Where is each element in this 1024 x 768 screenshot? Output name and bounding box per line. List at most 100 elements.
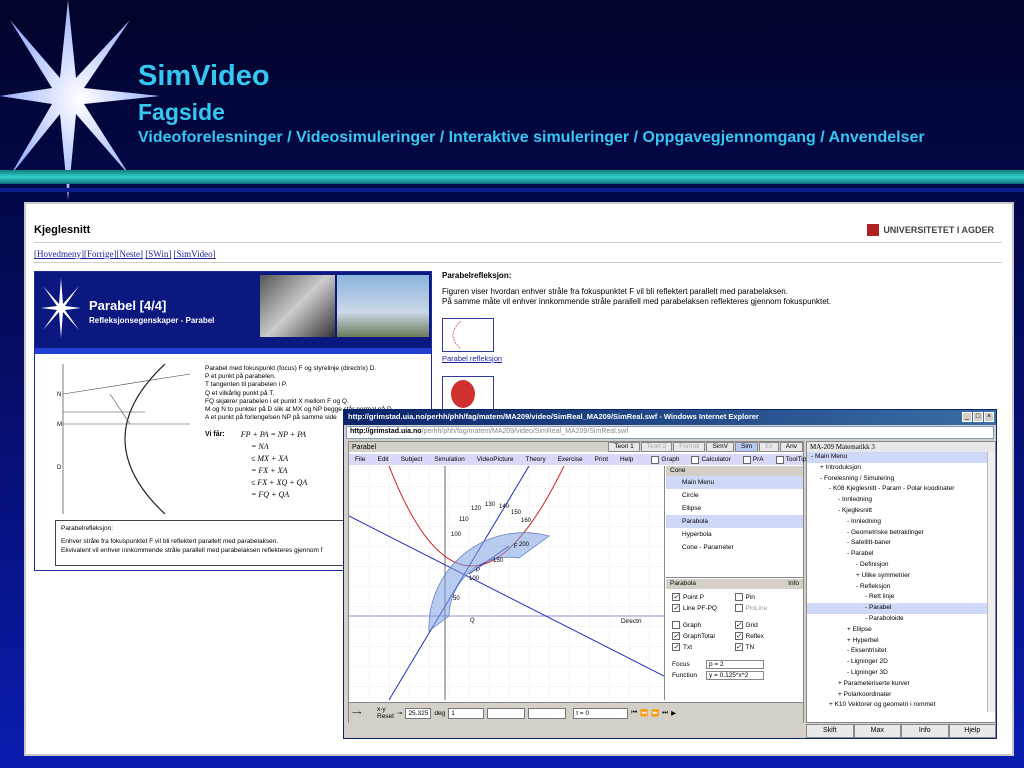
- tree-item[interactable]: + K10 Vektorer og geometri i rommet: [807, 700, 995, 711]
- info-tree-button[interactable]: Info: [901, 724, 949, 738]
- tree-item[interactable]: + Polarkoordinater: [807, 690, 995, 701]
- hjelp-button[interactable]: Hjelp: [948, 724, 996, 738]
- menu-print[interactable]: Print: [589, 454, 614, 465]
- opt-line-pf-pq[interactable]: Line PF-PQ: [672, 604, 735, 612]
- btn-teori2[interactable]: Teori 2: [640, 442, 673, 452]
- tree-item[interactable]: + Ellipse: [807, 625, 995, 636]
- opt-tn[interactable]: TN: [734, 643, 798, 651]
- tree-item[interactable]: - Refleksjon: [807, 582, 995, 593]
- cone-item-ellipse[interactable]: Ellipse: [666, 502, 803, 515]
- star-icon: [41, 278, 81, 338]
- label-m: M: [57, 422, 62, 428]
- tree-item[interactable]: - Main Menu: [807, 452, 995, 463]
- tree-item[interactable]: - Definisjon: [807, 560, 995, 571]
- check-graph[interactable]: Graph: [645, 454, 685, 465]
- opt-grid[interactable]: Grid: [734, 621, 798, 629]
- cone-item-main-menu[interactable]: Main Menu: [666, 476, 803, 489]
- tree-item[interactable]: - Innledning: [807, 495, 995, 506]
- nav-neste[interactable]: [Neste]: [116, 249, 143, 259]
- tree-item[interactable]: - Kjeglesnitt: [807, 506, 995, 517]
- thumbnail-reflection[interactable]: [442, 318, 494, 352]
- slider-icon[interactable]: ⊸: [397, 709, 402, 717]
- tree-item[interactable]: - K08 Kjeglesnitt - Param - Polar koodin…: [807, 484, 995, 495]
- tree-item[interactable]: - Ligninger 2D: [807, 657, 995, 668]
- slide-links[interactable]: Videoforelesninger / Videosimuleringer /…: [138, 129, 925, 147]
- tree-item[interactable]: + Ulike symmetrier: [807, 571, 995, 582]
- close-icon[interactable]: ×: [984, 412, 994, 422]
- tree-item[interactable]: + Parameteriserte kurver: [807, 679, 995, 690]
- opt-txt[interactable]: Txt: [672, 643, 735, 651]
- menu-simulation[interactable]: Simulation: [428, 454, 470, 465]
- check-pra[interactable]: PrA: [737, 454, 770, 465]
- forward-icon[interactable]: ⏩: [651, 709, 659, 717]
- tree-scrollbar[interactable]: [987, 452, 995, 712]
- btn-formel[interactable]: Formel: [673, 442, 706, 452]
- tree-item[interactable]: - Satellitt-baner: [807, 538, 995, 549]
- tree-item[interactable]: + Introduksjon: [807, 463, 995, 474]
- headlight-image: [260, 275, 335, 337]
- opt-pinline[interactable]: PinLine: [734, 604, 798, 612]
- nav-simvideo[interactable]: [SimVideo]: [174, 249, 216, 259]
- function-input[interactable]: y = 0.125*x^2: [706, 671, 764, 680]
- time-input[interactable]: t = 0: [573, 707, 629, 719]
- cone-item-circle[interactable]: Circle: [666, 489, 803, 502]
- tree-item[interactable]: - Paraboloide: [807, 614, 995, 625]
- max-button[interactable]: Max: [853, 724, 901, 738]
- opt-pin[interactable]: Pin: [734, 593, 798, 601]
- nav-forrige[interactable]: [Forrige]: [84, 249, 117, 259]
- link-parabel-refleksjon[interactable]: Parabel refleksjon: [442, 354, 502, 363]
- tree-item[interactable]: - Parabel: [807, 549, 995, 560]
- minimize-icon[interactable]: _: [962, 412, 972, 422]
- menu-theory[interactable]: Theory: [519, 454, 551, 465]
- opt-point-p[interactable]: Point P: [672, 593, 735, 601]
- ie-title-bar[interactable]: http://grimstad.uia.no/perhh/phh/fag/mat…: [344, 410, 996, 425]
- tree-item[interactable]: - Eksentrisitet: [807, 646, 995, 657]
- focus-input[interactable]: p = 2: [706, 660, 764, 669]
- play-icon[interactable]: ▶: [671, 709, 676, 717]
- blank-field-2[interactable]: [528, 707, 567, 719]
- tree-item[interactable]: - Geometriske betraktinger: [807, 528, 995, 539]
- btn-teori1[interactable]: Teori 1: [608, 442, 640, 452]
- tree-item[interactable]: - Forelesning / Simulering: [807, 474, 995, 485]
- point-f-label: F: [514, 544, 518, 550]
- step-input[interactable]: 1: [448, 707, 485, 719]
- skift-button[interactable]: Skift: [806, 724, 854, 738]
- tree-item[interactable]: - Parabel: [807, 603, 995, 614]
- cone-item-hyperbola[interactable]: Hyperbola: [666, 528, 803, 541]
- tree-item[interactable]: - Innledning: [807, 517, 995, 528]
- maximize-icon[interactable]: □: [973, 412, 983, 422]
- arrow-icon[interactable]: ⟶: [352, 709, 374, 717]
- opt-graphtotal[interactable]: GraphTotal: [672, 632, 735, 640]
- nav-swin[interactable]: [SWin]: [145, 249, 171, 259]
- thumbnail-paraboloid[interactable]: [442, 376, 494, 412]
- cone-item-parabola[interactable]: Parabola: [666, 515, 803, 528]
- btn-ex[interactable]: Ex: [759, 442, 779, 452]
- rewind-icon[interactable]: ⏮: [631, 709, 637, 717]
- nav-hovedmeny[interactable]: [Hovedmeny]: [34, 249, 84, 259]
- check-calculator[interactable]: Calculator: [685, 454, 736, 465]
- opt-graph[interactable]: Graph: [672, 621, 735, 629]
- blank-field-1[interactable]: [487, 707, 526, 719]
- info-button[interactable]: Info: [788, 580, 799, 588]
- angle-input[interactable]: 25.325: [405, 707, 432, 719]
- menu-videopicture[interactable]: VideoPicture: [471, 454, 520, 465]
- btn-sim[interactable]: Sim: [735, 442, 759, 452]
- address-bar[interactable]: http://grimstad.uia.no/perhh/phh/fag/mat…: [346, 426, 994, 439]
- menu-help[interactable]: Help: [614, 454, 639, 465]
- xy-reset[interactable]: x-y Reset: [377, 706, 394, 720]
- tree-item[interactable]: - Ligninger 3D: [807, 668, 995, 679]
- menu-edit[interactable]: Edit: [371, 454, 394, 465]
- btn-simv[interactable]: SimV: [706, 442, 734, 452]
- menu-file[interactable]: File: [349, 454, 371, 465]
- menu-exercise[interactable]: Exercise: [552, 454, 589, 465]
- btn-anv[interactable]: Anv: [779, 442, 803, 452]
- cone-item-cone-parameter[interactable]: Cone - Parameter: [666, 541, 803, 554]
- back-icon[interactable]: ⏪: [640, 709, 648, 717]
- end-icon[interactable]: ⏭: [662, 709, 668, 717]
- sim-canvas[interactable]: P Q F Directri 50 100 150 200 100 110 12…: [348, 465, 665, 701]
- tree-item[interactable]: - Rett linje: [807, 592, 995, 603]
- menu-subject[interactable]: Subject: [395, 454, 429, 465]
- opt-reflex[interactable]: Reflex: [734, 632, 798, 640]
- tree-item[interactable]: + Hyperbel: [807, 636, 995, 647]
- sim-graph[interactable]: P Q F Directri 50 100 150 200 100 110 12…: [348, 465, 665, 701]
